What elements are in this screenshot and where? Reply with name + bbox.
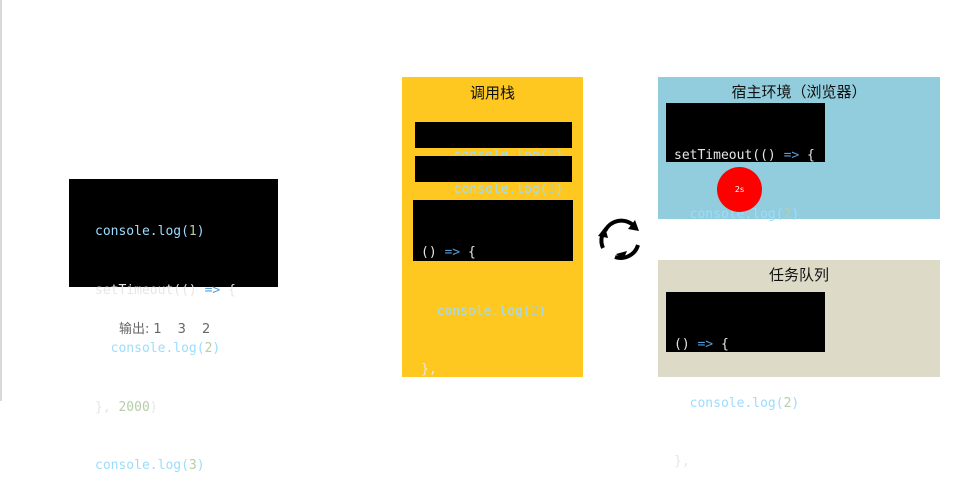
code-line: console.log(3) (95, 458, 205, 473)
call-stack-callback-frame: () => { console.log(2) }, (413, 200, 573, 377)
output-label: 输出: (119, 322, 150, 337)
refresh-cycle-icon (598, 218, 640, 260)
code-line: }, (674, 454, 690, 469)
code-line: console.log(1) (95, 224, 205, 239)
output-value: 1 (153, 322, 162, 337)
code-line: () => { (421, 245, 476, 260)
code-line: }, (421, 362, 437, 377)
code-line: setTimeout(() => { (674, 148, 815, 163)
host-timer-code: setTimeout(() => { console.log(2) }, 200… (666, 103, 825, 280)
timer-badge: 2s (717, 167, 762, 212)
code-line: }, 2000) (95, 399, 158, 415)
task-queue-title: 任务队列 (768, 266, 829, 284)
code-line: console.log(2) (674, 395, 800, 411)
call-stack-frame: console.log(1) (415, 122, 572, 163)
left-border (0, 0, 2, 401)
call-stack-title: 调用栈 (469, 84, 515, 102)
host-environment-title: 宿主环境（浏览器） (731, 83, 867, 101)
output-value: 3 (177, 322, 186, 337)
task-queue-callback: () => { console.log(2) }, (666, 292, 825, 469)
code-line: console.log(2) (95, 341, 221, 356)
source-code-block: console.log(1) setTimeout(() => { consol… (69, 179, 278, 473)
output-line: 输出: 1 3 2 (119, 318, 226, 337)
code-line: () => { (674, 337, 729, 352)
code-line: setTimeout(() => { (95, 282, 236, 298)
output-value: 2 (201, 322, 211, 337)
call-stack-frame: console.log(3) (415, 156, 572, 197)
code-line: console.log(2) (421, 303, 547, 319)
